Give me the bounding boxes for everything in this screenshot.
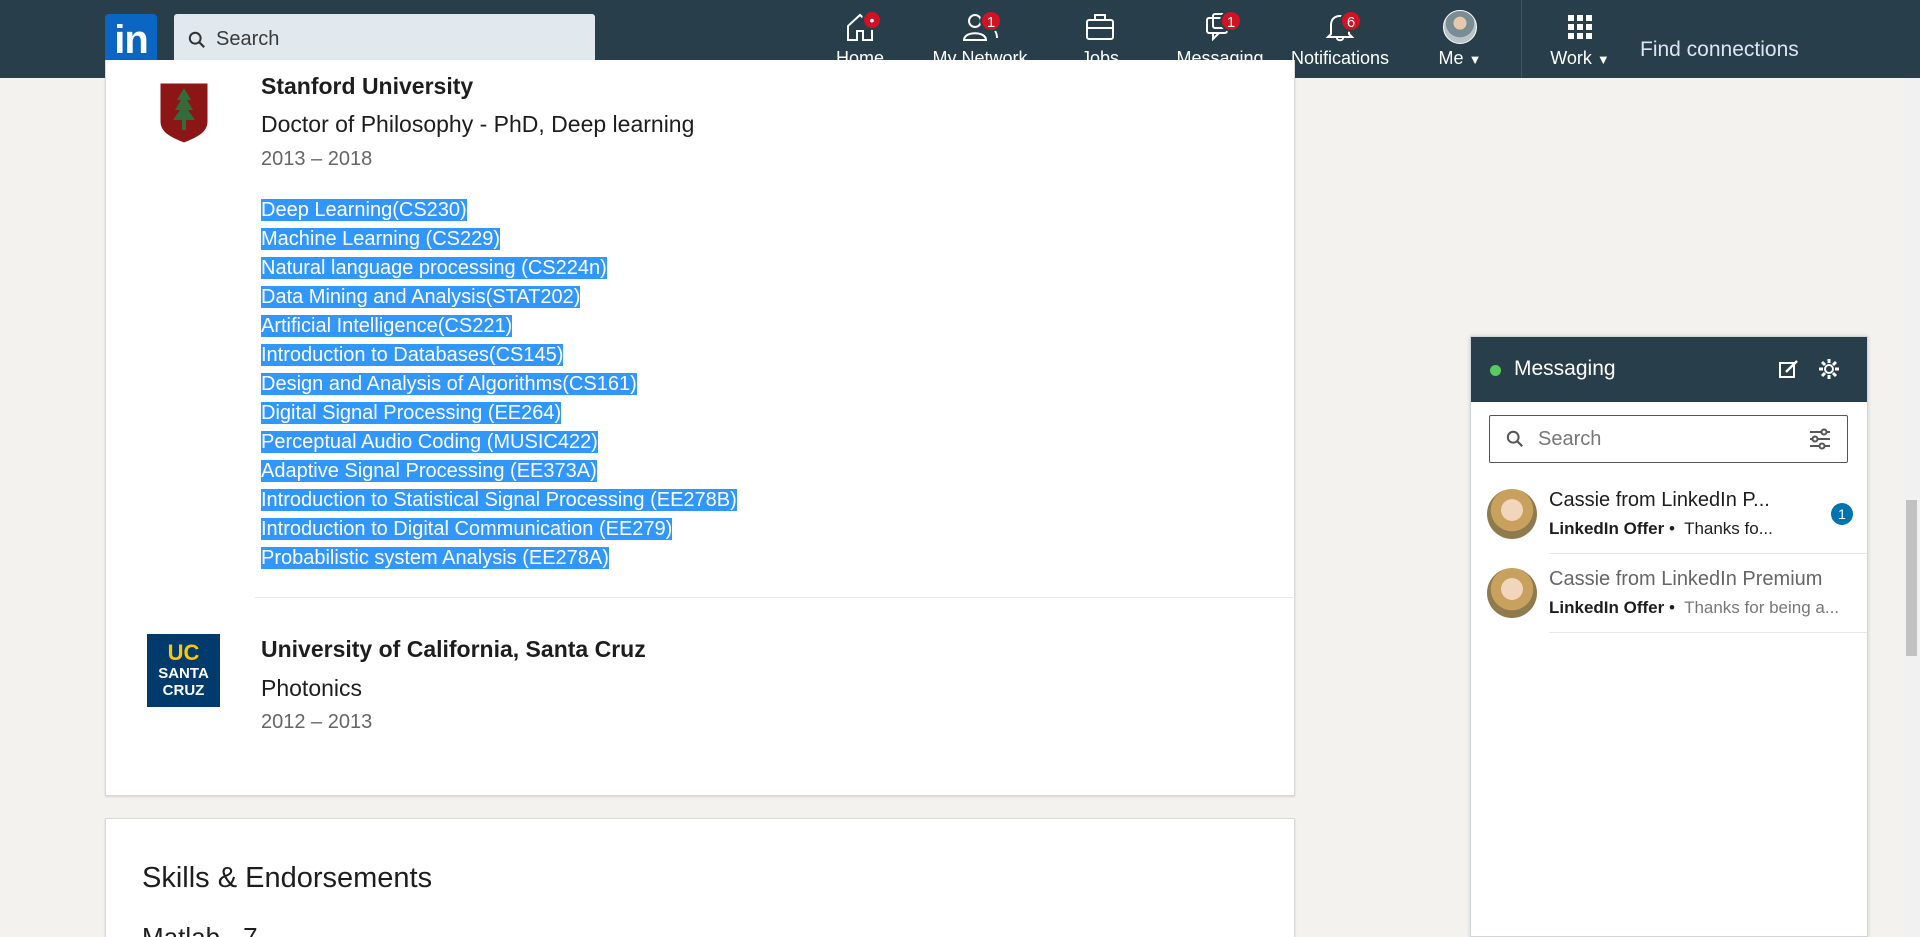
course-item: Machine Learning (CS229) xyxy=(261,228,501,250)
search-input[interactable]: Search xyxy=(216,28,279,51)
conversation-tag: LinkedIn Offer xyxy=(1549,519,1665,538)
course-item: Data Mining and Analysis(STAT202) xyxy=(261,286,581,308)
online-status-dot xyxy=(1490,365,1501,376)
search-icon xyxy=(188,31,205,48)
course-item: Digital Signal Processing (EE264) xyxy=(261,402,562,424)
find-connections-link[interactable]: Find connections xyxy=(1640,38,1799,62)
gear-icon[interactable] xyxy=(1817,357,1841,381)
ucsc-logo[interactable]: UC SANTA CRUZ xyxy=(147,634,220,707)
course-list: Deep Learning(CS230) Machine Learning (C… xyxy=(261,196,737,573)
ucsc-school-name[interactable]: University of California, Santa Cruz xyxy=(261,636,646,663)
ucsc-logo-santa: SANTA xyxy=(158,665,209,682)
messaging-badge: 1 xyxy=(1220,10,1242,32)
messaging-title: Messaging xyxy=(1514,357,1616,380)
stanford-years: 2013 – 2018 xyxy=(261,148,373,170)
chevron-down-icon: ▼ xyxy=(1596,52,1610,67)
conversation-tag: LinkedIn Offer xyxy=(1549,598,1665,617)
nav-me-label: Me xyxy=(1438,48,1464,68)
conversation-name: Cassie from LinkedIn P... xyxy=(1549,489,1770,511)
course-item: Probabilistic system Analysis (EE278A) xyxy=(261,547,609,569)
course-item: Adaptive Signal Processing (EE373A) xyxy=(261,460,597,482)
avatar xyxy=(1487,568,1537,618)
briefcase-icon xyxy=(1086,14,1114,40)
avatar xyxy=(1487,489,1537,539)
nav-work[interactable]: Work ▼ xyxy=(1520,10,1640,72)
conversation-preview: LinkedIn Offer • Thanks for being a... xyxy=(1549,598,1840,617)
course-item: Artificial Intelligence(CS221) xyxy=(261,315,513,337)
ucsc-years: 2012 – 2013 xyxy=(261,711,373,733)
global-search[interactable]: Search xyxy=(174,14,595,65)
course-item: Introduction to Statistical Signal Proce… xyxy=(261,489,737,511)
avatar xyxy=(1443,10,1477,44)
conversation-item[interactable]: Cassie from LinkedIn Premium LinkedIn Of… xyxy=(1471,554,1867,632)
conversation-name: Cassie from LinkedIn Premium xyxy=(1549,568,1823,590)
education-divider xyxy=(255,597,1293,598)
messaging-search-placeholder: Search xyxy=(1538,428,1602,450)
messaging-search-input[interactable]: Search xyxy=(1489,415,1848,463)
messaging-header[interactable]: Messaging xyxy=(1471,337,1867,402)
course-item: Natural language processing (CS224n) xyxy=(261,257,607,279)
messaging-panel: Messaging Search Cassie from LinkedIn P.… xyxy=(1470,336,1868,937)
ucsc-degree: Photonics xyxy=(261,675,363,701)
conversation-preview: LinkedIn Offer • Thanks fo... xyxy=(1549,519,1773,538)
nav-notifications[interactable]: Notifications 6 xyxy=(1280,10,1400,72)
course-item: Deep Learning(CS230) xyxy=(261,199,467,221)
course-item: Perceptual Audio Coding (MUSIC422) xyxy=(261,431,598,453)
network-badge: 1 xyxy=(980,10,1002,32)
nav-me[interactable]: Me ▼ xyxy=(1400,10,1520,72)
conversation-divider xyxy=(1549,632,1867,633)
nav-notifications-label: Notifications xyxy=(1290,48,1390,68)
conversation-snippet: Thanks fo... xyxy=(1684,519,1773,538)
filter-icon[interactable] xyxy=(1808,428,1832,450)
ucsc-logo-cruz: CRUZ xyxy=(162,682,205,699)
skills-title: Skills & Endorsements xyxy=(142,862,433,894)
grid-icon xyxy=(1568,15,1592,39)
conversation-item[interactable]: Cassie from LinkedIn P... LinkedIn Offer… xyxy=(1471,475,1867,553)
linkedin-logo[interactable]: in xyxy=(105,14,157,66)
stanford-degree: Doctor of Philosophy - PhD, Deep learnin… xyxy=(261,111,695,137)
stanford-logo[interactable] xyxy=(155,78,213,144)
search-icon xyxy=(1506,430,1523,447)
nav-work-label: Work xyxy=(1550,48,1592,68)
course-item: Introduction to Digital Communication (E… xyxy=(261,518,673,540)
notifications-badge: 6 xyxy=(1340,10,1362,32)
unread-count-badge: 1 xyxy=(1831,503,1853,525)
stanford-school-name[interactable]: Stanford University xyxy=(261,73,473,100)
course-item: Design and Analysis of Algorithms(CS161) xyxy=(261,373,637,395)
chevron-down-icon: ▼ xyxy=(1468,52,1482,67)
compose-icon[interactable] xyxy=(1777,357,1801,381)
course-item: Introduction to Databases(CS145) xyxy=(261,344,564,366)
home-badge: • xyxy=(862,10,882,30)
scrollbar-thumb[interactable] xyxy=(1906,500,1917,656)
conversation-snippet: Thanks for being a... xyxy=(1684,598,1840,617)
skill-item[interactable]: Matlab · 7 xyxy=(142,922,258,937)
ucsc-logo-uc: UC xyxy=(167,640,200,665)
